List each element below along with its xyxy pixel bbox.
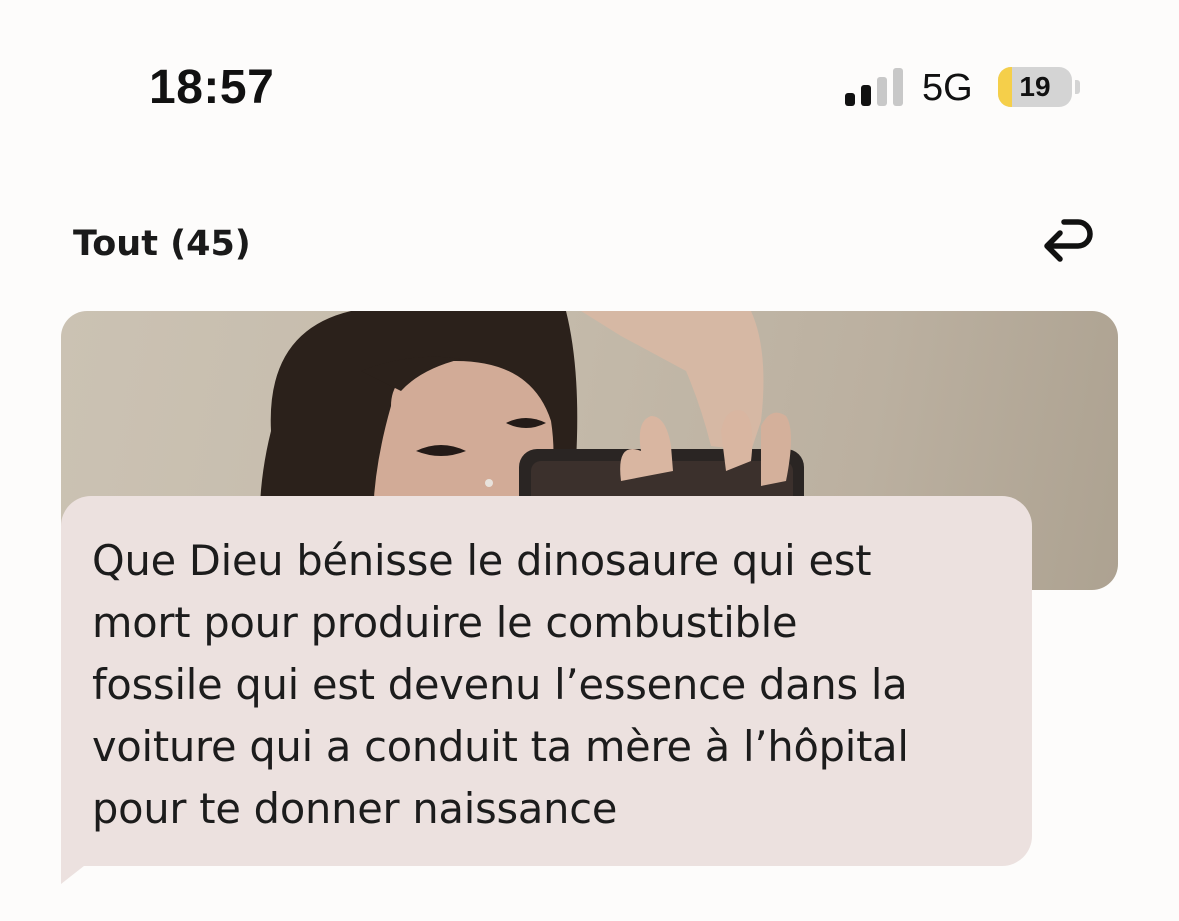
battery-level: 19 <box>1019 71 1051 102</box>
all-messages-filter[interactable]: Tout (45) <box>73 222 251 266</box>
signal-bar <box>845 93 855 106</box>
status-time: 18:57 <box>149 61 275 114</box>
reply-button[interactable] <box>1036 216 1096 272</box>
signal-strength-icon <box>845 68 907 106</box>
signal-bar <box>893 68 903 106</box>
network-type: 5G <box>922 67 973 109</box>
return-arrow-icon <box>1044 219 1093 262</box>
signal-bar <box>877 77 887 106</box>
message-text: Que Dieu bénisse le dinosaure qui est mo… <box>92 536 909 833</box>
message-bubble-tail <box>61 862 89 884</box>
battery-tip <box>1075 80 1080 94</box>
signal-bar <box>861 85 871 106</box>
battery-icon: 19 <box>998 67 1072 107</box>
